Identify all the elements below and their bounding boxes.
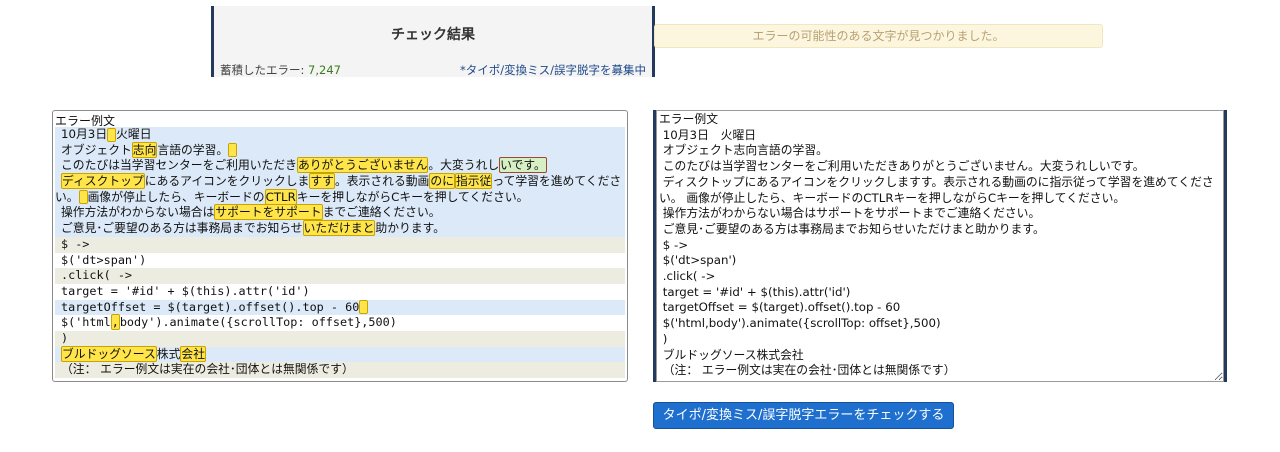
highlighted-result-box: エラー例文 10月3日 火曜日 オブジェクト志向言語の学習。 このたびは当学習センター…	[52, 110, 628, 382]
error-highlight-alt: いです。	[499, 157, 547, 174]
result-line: )	[55, 330, 625, 347]
result-line: ディスクトップにあるアイコンをクリックしますす。表示される動画のに 指示従って学習…	[55, 173, 625, 206]
line-text: $ ->	[61, 236, 90, 251]
line-text: )	[61, 330, 69, 345]
line-text: 画像が停止したら、キーボードの	[87, 189, 265, 204]
accumulated-errors: 蓄積したエラー: 7,247	[220, 62, 341, 78]
result-line: ブルドッグソース株式会社	[55, 345, 625, 363]
space-error-marker	[107, 127, 117, 142]
result-title: チェック結果	[391, 27, 475, 43]
line-text: $('dt>span')	[61, 252, 147, 267]
line-text: 。表示される動画	[334, 174, 430, 189]
line-text: までご連絡ください。	[322, 205, 441, 220]
accumulated-errors-label: 蓄積したエラー:	[220, 63, 309, 77]
line-text: （注： エラー例文は実在の会社･団体とは無関係です）	[61, 362, 354, 377]
result-line: 10月3日 火曜日	[55, 127, 625, 143]
error-highlight: CTLR	[264, 188, 297, 205]
result-line: ご意見･ご要望のある方は事務局までお知らせいただけまと助かります。	[55, 220, 625, 237]
result-lines: 10月3日 火曜日 オブジェクト志向言語の学習。 このたびは当学習センターをご利用いた…	[55, 127, 625, 379]
error-highlight: ディスクトップ	[61, 173, 145, 190]
error-highlight: いただけまと	[302, 220, 376, 237]
line-text: オブジェクト	[61, 142, 132, 157]
line-text: 株式	[156, 346, 181, 361]
result-line: $('html,body').animate({scrollTop: offse…	[55, 314, 625, 331]
line-text: このたびは当学習センターをご利用いただき	[61, 158, 297, 173]
line-text: にあるアイコンをクリックしま	[144, 174, 310, 189]
line-text: target = '#id' + $(this).attr('id')	[61, 283, 310, 298]
error-highlight: 指示従	[454, 173, 493, 190]
result-line: $('dt>span')	[55, 252, 625, 269]
error-highlight: サポートをサポート	[214, 204, 323, 221]
space-error-marker	[359, 300, 369, 315]
line-text: 火曜日	[116, 127, 152, 141]
error-highlight: のに	[429, 173, 455, 190]
error-highlight: ありがとうございません	[296, 157, 429, 174]
result-line: （注： エラー例文は実在の会社･団体とは無関係です）	[55, 362, 625, 379]
line-text: .click( ->	[61, 268, 133, 283]
result-line: $ ->	[55, 236, 625, 253]
line-text: 10月3日	[61, 127, 108, 141]
recruit-link[interactable]: *タイポ/変換ミス/誤字脱字を募集中	[460, 62, 646, 78]
result-line: targetOffset = $(target).offset().top - …	[55, 299, 625, 316]
result-panel: チェック結果 蓄積したエラー: 7,247 *タイポ/変換ミス/誤字脱字を募集中	[211, 6, 655, 77]
accumulated-errors-count: 7,247	[308, 63, 341, 77]
line-text: 。大変うれし	[428, 158, 500, 173]
editor-wrapper: エラー例文 10月3日 火曜日 オブジェクト志向言語の学習。 このたびは当学習セ…	[653, 110, 1227, 382]
error-highlight: ブルドッグソース	[61, 345, 157, 362]
check-button[interactable]: タイポ/変換ミス/誤字脱字エラーをチェックする	[653, 402, 954, 429]
line-text: 言語の学習。	[157, 142, 229, 157]
line-text: 操作方法がわからない場合は	[61, 205, 215, 220]
error-highlight: 会社	[180, 345, 207, 362]
line-text: 助かります。	[375, 221, 446, 236]
result-line: .click( ->	[55, 268, 625, 284]
line-text: body').animate({scrollTop: offset},500)	[119, 315, 397, 330]
result-line: オブジェクト志向言語の学習。	[55, 141, 625, 159]
line-text: キーを押しながらCキーを押してください。	[296, 189, 529, 204]
text-input-area[interactable]: エラー例文 10月3日 火曜日 オブジェクト志向言語の学習。 このたびは当学習セ…	[656, 110, 1224, 382]
error-highlight: すす	[309, 173, 335, 190]
result-line: このたびは当学習センターをご利用いただきありがとうございません。大変うれしいです…	[55, 157, 625, 175]
space-error-marker	[78, 190, 88, 205]
error-notice: エラーの可能性のある文字が見つかりました。	[654, 24, 1103, 48]
space-error-marker	[228, 143, 238, 158]
line-text: targetOffset = $(target).offset().top - …	[61, 299, 360, 314]
error-highlight: 志向	[131, 141, 158, 158]
line-text: $('html	[61, 315, 111, 330]
result-line: target = '#id' + $(this).attr('id')	[55, 283, 625, 300]
result-line: 操作方法がわからない場合はサポートをサポートまでご連絡ください。	[55, 204, 625, 222]
error-highlight: ,	[110, 314, 120, 331]
line-text: ご意見･ご要望のある方は事務局までお知らせ	[61, 221, 303, 236]
